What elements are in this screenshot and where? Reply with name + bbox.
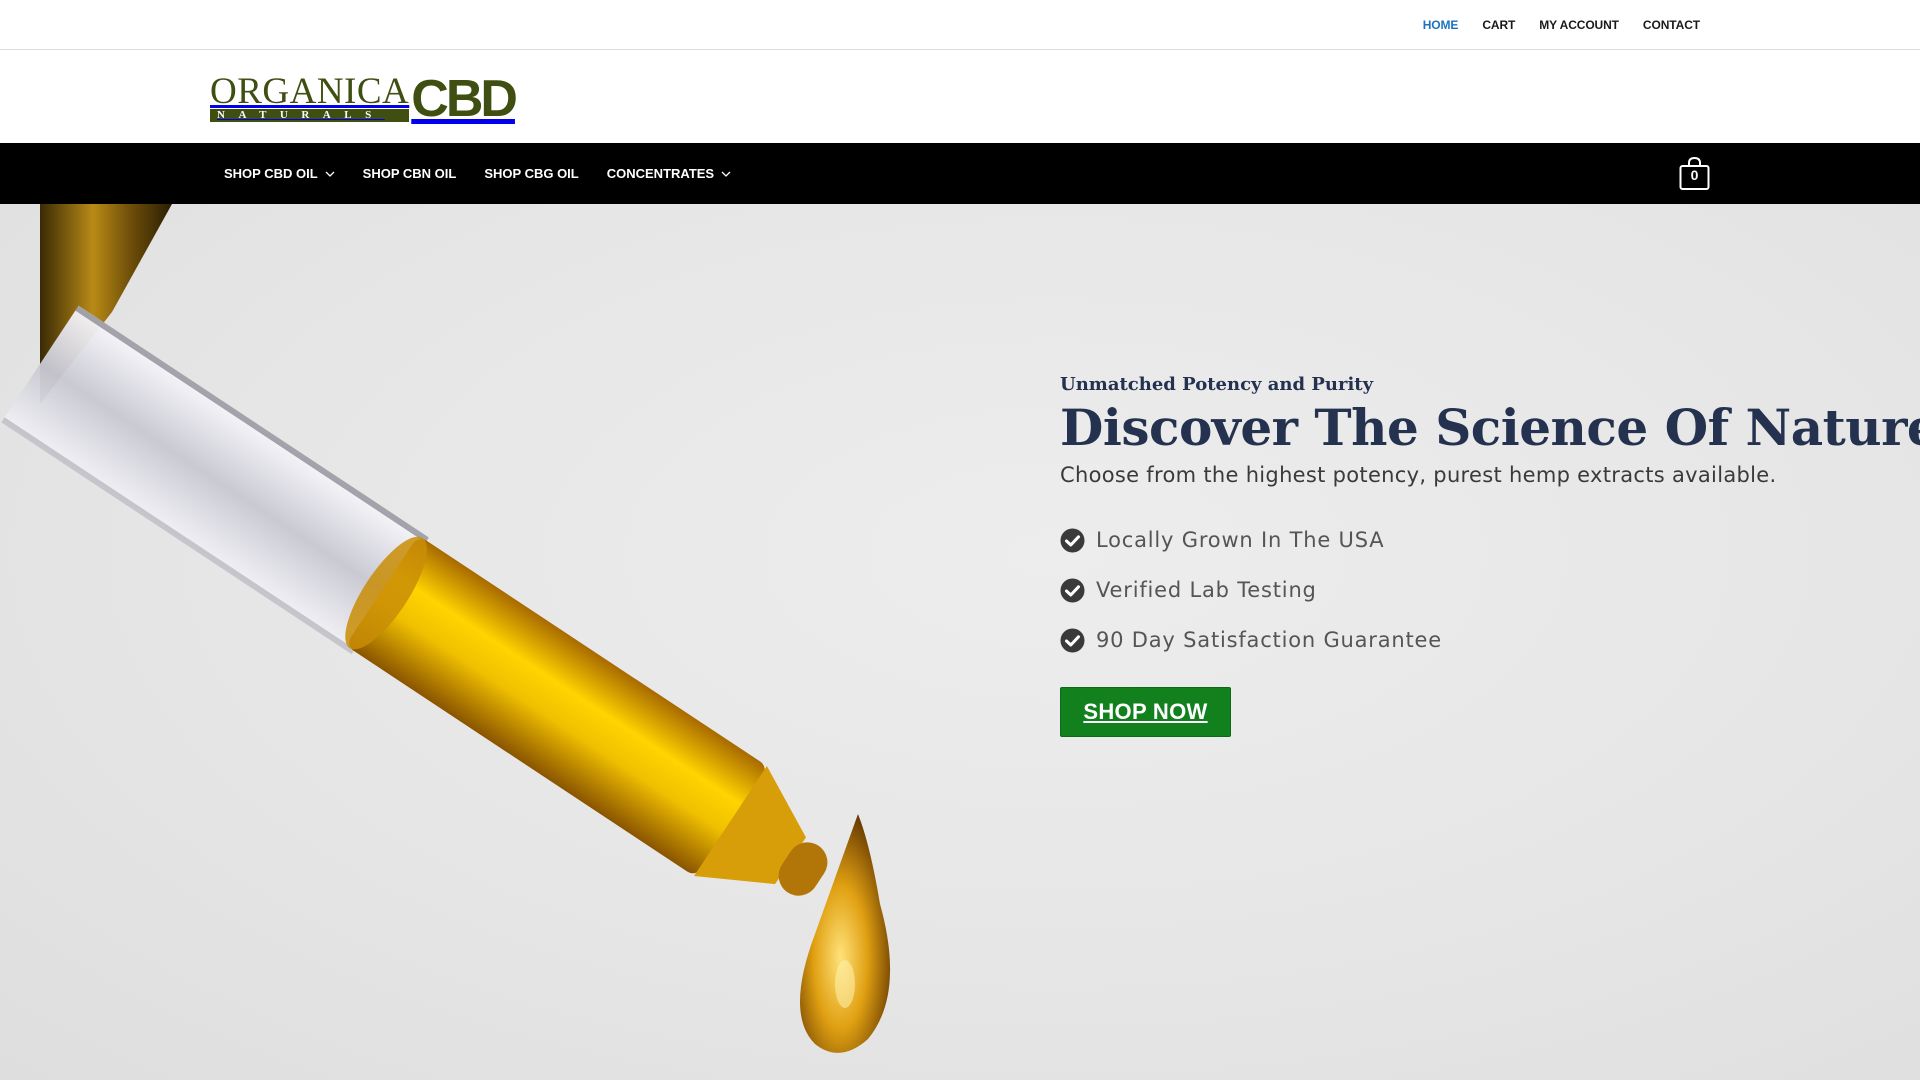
logo-wordmark: ORGANICA NATURALS [210, 71, 410, 122]
nav-item-label: SHOP CBG OIL [484, 166, 579, 181]
check-circle-icon [1060, 528, 1085, 552]
top-utility-bar: HOME CART MY ACCOUNT CONTACT [0, 0, 1920, 50]
logo-organica-text: ORGANICA [210, 71, 410, 112]
nav-item-concentrates[interactable]: CONCENTRATES [607, 166, 731, 181]
nav-item-shop-cbd-oil[interactable]: SHOP CBD OIL [224, 166, 335, 181]
top-nav-my-account[interactable]: MY ACCOUNT [1539, 18, 1619, 32]
feature-text: Verified Lab Testing [1096, 578, 1317, 602]
feature-item: 90 Day Satisfaction Guarantee [1060, 615, 1900, 665]
chevron-down-icon [325, 171, 335, 177]
site-logo[interactable]: ORGANICA NATURALS CBD [210, 70, 518, 128]
hero-eyebrow: Unmatched Potency and Purity [1060, 374, 1374, 395]
nav-item-label: CONCENTRATES [606, 166, 715, 181]
hero-subline: Choose from the highest potency, purest … [1060, 463, 1777, 487]
nav-item-shop-cbn-oil[interactable]: SHOP CBN OIL [363, 166, 457, 181]
logo-cbd-text: CBD [411, 70, 518, 128]
nav-item-label: SHOP CBD OIL [224, 166, 318, 181]
main-navbar: SHOP CBD OIL SHOP CBN OIL SHOP CBG OIL C… [0, 143, 1920, 204]
chevron-down-icon [721, 171, 731, 177]
oil-dropper-image [1, 204, 891, 1053]
feature-text: Locally Grown In The USA [1096, 528, 1385, 552]
feature-item: Locally Grown In The USA [1060, 515, 1900, 565]
feature-list: Locally Grown In The USA Verified Lab Te… [1060, 515, 1900, 665]
cart-button[interactable]: 0 [1679, 156, 1710, 191]
logo-naturals-text: NATURALS [210, 109, 410, 122]
check-circle-icon [1060, 628, 1085, 652]
hero-content: Unmatched Potency and Purity Discover Th… [1060, 374, 1920, 737]
nav-item-shop-cbg-oil[interactable]: SHOP CBG OIL [484, 166, 578, 181]
site-header: ORGANICA NATURALS CBD [0, 51, 1920, 143]
hero-section: Unmatched Potency and Purity Discover Th… [0, 204, 1920, 1080]
hero-headline: Discover The Science Of Nature [1060, 398, 1920, 457]
main-nav: SHOP CBD OIL SHOP CBN OIL SHOP CBG OIL C… [224, 143, 731, 204]
feature-text: 90 Day Satisfaction Guarantee [1096, 628, 1442, 652]
top-nav-home[interactable]: HOME [1423, 18, 1459, 32]
shop-now-button[interactable]: SHOP NOW [1060, 687, 1231, 737]
feature-item: Verified Lab Testing [1060, 565, 1900, 615]
top-nav-cart[interactable]: CART [1482, 18, 1515, 32]
top-nav: HOME CART MY ACCOUNT CONTACT [1423, 0, 1700, 50]
check-circle-icon [1060, 578, 1085, 602]
nav-item-label: SHOP CBN OIL [362, 166, 457, 181]
cart-count-badge: 0 [1690, 167, 1699, 183]
top-nav-contact[interactable]: CONTACT [1643, 18, 1700, 32]
